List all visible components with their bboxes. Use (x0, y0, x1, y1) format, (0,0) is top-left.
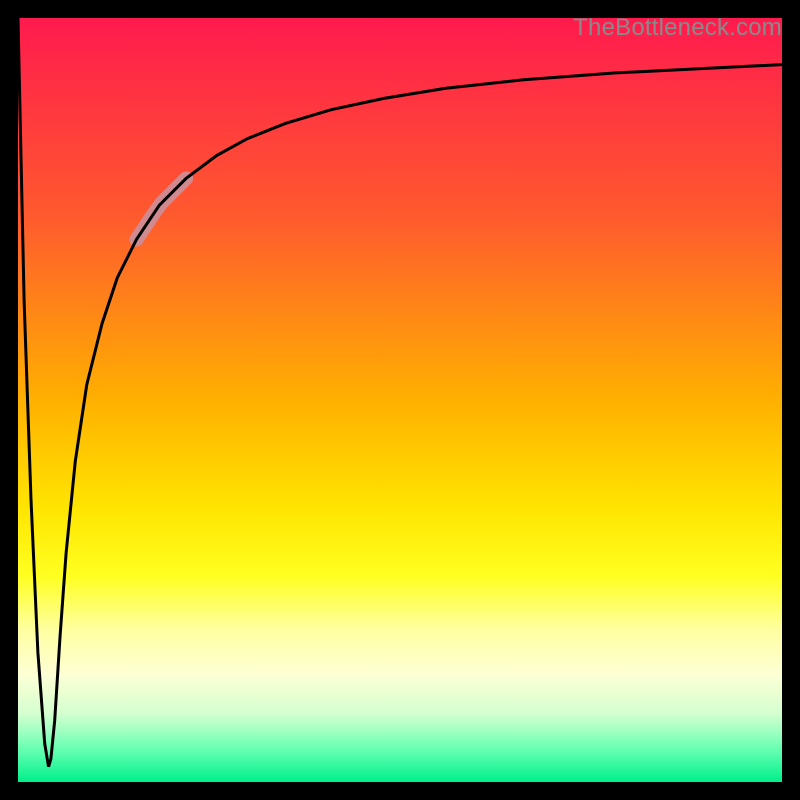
plot-area: TheBottleneck.com (18, 18, 782, 782)
curve-layer (18, 18, 782, 782)
outer-frame: TheBottleneck.com (0, 0, 800, 800)
bottleneck-curve (18, 18, 782, 767)
watermark-text: TheBottleneck.com (573, 18, 782, 42)
